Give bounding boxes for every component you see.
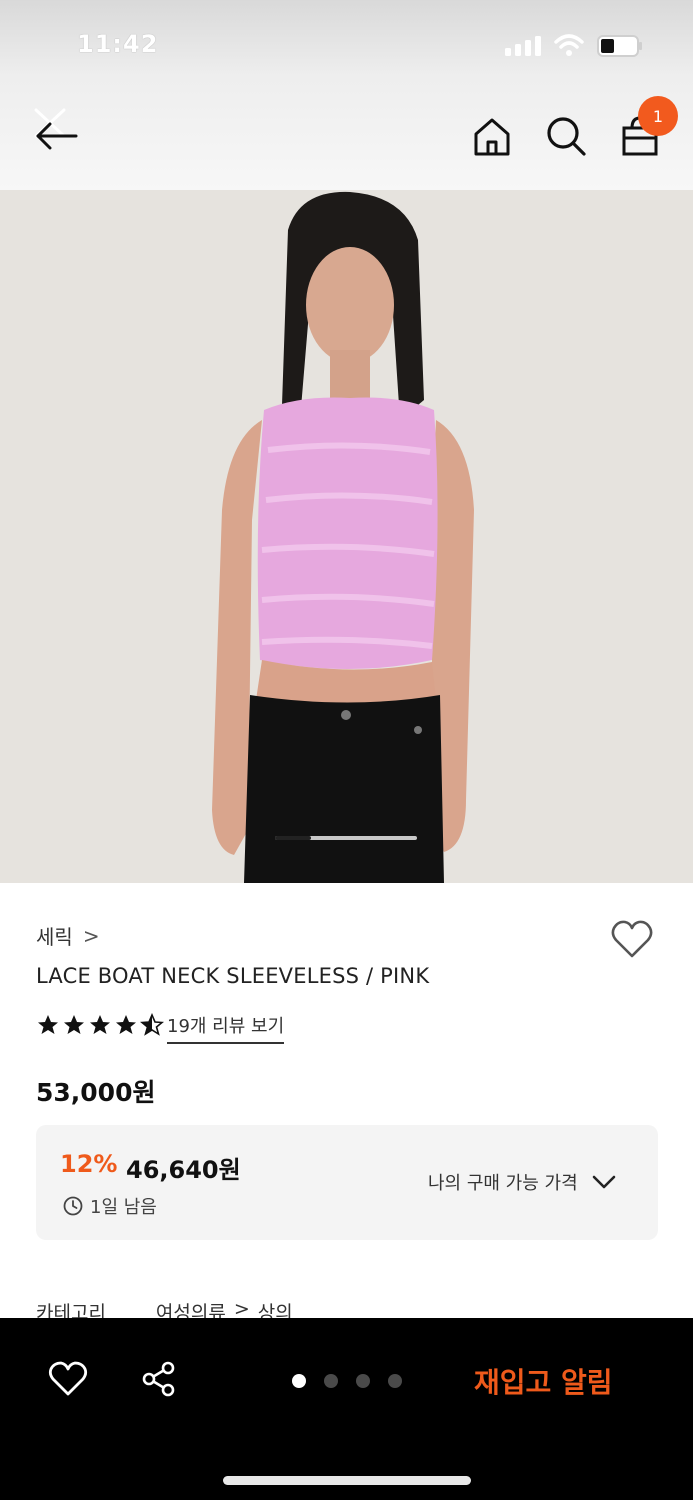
top-bar: [0, 0, 693, 190]
page-dots: [292, 1374, 402, 1388]
page-dot-active: [292, 1374, 306, 1388]
original-price: 53,000원: [36, 1078, 156, 1107]
product-image[interactable]: [0, 190, 693, 883]
image-carousel-indicator-active: [275, 836, 311, 840]
bottom-action-bar: [0, 1318, 693, 1500]
wishlist-heart-icon[interactable]: [48, 1360, 88, 1398]
star-icon: [38, 1015, 58, 1034]
brand-name: 세릭: [36, 925, 73, 949]
half-star-icon: [140, 1013, 164, 1036]
star-icon: [64, 1015, 84, 1034]
my-price-label: 나의 구매 가능 가격: [428, 1173, 578, 1194]
product-photo: [0, 190, 693, 883]
share-icon[interactable]: [140, 1360, 178, 1398]
discount-price: 46,640원: [126, 1156, 241, 1184]
page-dot: [324, 1374, 338, 1388]
star-rating: [36, 1013, 164, 1037]
brand-link[interactable]: 세릭 >: [36, 921, 100, 950]
product-title: LACE BOAT NECK SLEEVELESS / PINK: [36, 964, 430, 988]
battery-icon: [597, 35, 642, 57]
back-arrow-icon[interactable]: [28, 104, 84, 154]
home-indicator[interactable]: [223, 1476, 471, 1485]
heart-icon[interactable]: [610, 918, 654, 962]
clock-icon: [63, 1196, 83, 1216]
wifi-icon: [554, 34, 584, 56]
discount-percent: 12%: [60, 1150, 118, 1178]
review-link[interactable]: 19개 리뷰 보기: [167, 1012, 285, 1044]
my-price-toggle[interactable]: 나의 구매 가능 가격: [428, 1169, 618, 1195]
search-icon[interactable]: [544, 114, 588, 158]
cart-count-badge: 1: [638, 96, 678, 136]
star-icon: [90, 1015, 110, 1034]
home-icon[interactable]: [470, 114, 514, 158]
remaining-time: 1일 남음: [90, 1197, 157, 1218]
page-dot: [356, 1374, 370, 1388]
chevron-down-icon: [592, 1175, 615, 1189]
discount-timer: 1일 남음: [62, 1193, 157, 1219]
cellular-signal-icon: [505, 36, 541, 56]
restock-alert-button[interactable]: 재입고 알림: [474, 1361, 613, 1401]
page-dot: [388, 1374, 402, 1388]
image-carousel-indicator: [275, 836, 417, 840]
star-icon: [116, 1015, 136, 1034]
status-time: 11:42: [77, 30, 159, 58]
discount-box[interactable]: 12% 46,640원 1일 남음 나의 구매 가능 가격: [36, 1125, 658, 1240]
chevron-right-icon: >: [82, 923, 100, 948]
